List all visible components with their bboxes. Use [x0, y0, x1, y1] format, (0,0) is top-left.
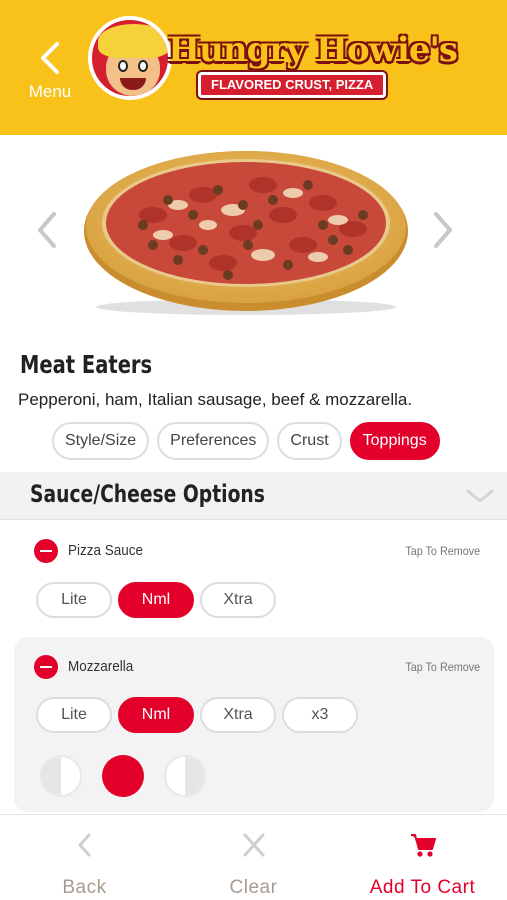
brand-name: Hungry Howie's — [168, 30, 458, 70]
product-carousel — [0, 135, 507, 335]
pizza-image — [84, 151, 408, 315]
product-description: Pepperoni, ham, Italian sausage, beef & … — [18, 390, 413, 409]
tap-to-remove-hint[interactable]: Tap To Remove — [405, 660, 480, 674]
back-button[interactable]: Back — [0, 815, 169, 900]
whole-pizza-icon[interactable] — [102, 755, 144, 797]
clear-button[interactable]: Clear — [169, 815, 338, 900]
topping-pizza-sauce: Pizza Sauce Tap To Remove Lite Nml Xtra — [14, 526, 494, 626]
clear-label: Clear — [229, 877, 278, 898]
amount-lite[interactable]: Lite — [36, 697, 112, 733]
topping-mozzarella: Mozzarella Tap To Remove Lite Nml Xtra x… — [14, 637, 494, 812]
amount-normal[interactable]: Nml — [118, 697, 194, 733]
topping-name: Mozzarella — [68, 658, 134, 675]
amount-normal[interactable]: Nml — [118, 582, 194, 618]
menu-label: Menu — [28, 82, 72, 101]
tab-crust[interactable]: Crust — [277, 422, 342, 460]
menu-button[interactable]: Menu — [22, 40, 78, 106]
close-icon — [243, 833, 264, 857]
minus-circle-icon[interactable] — [34, 539, 58, 563]
amount-lite[interactable]: Lite — [36, 582, 112, 618]
chevron-down-icon[interactable] — [465, 488, 495, 504]
chevron-left-icon — [78, 833, 90, 857]
amount-extra[interactable]: Xtra — [200, 697, 276, 733]
chevron-left-icon[interactable] — [34, 210, 60, 250]
mascot-icon — [88, 16, 172, 100]
amount-options: Lite Nml Xtra x3 — [36, 697, 358, 733]
topping-name: Pizza Sauce — [68, 542, 144, 559]
tab-preferences[interactable]: Preferences — [157, 422, 270, 460]
add-to-cart-label: Add To Cart — [369, 877, 476, 898]
tap-to-remove-hint[interactable]: Tap To Remove — [405, 544, 480, 558]
section-title: Sauce/Cheese Options — [30, 480, 265, 508]
minus-circle-icon[interactable] — [34, 655, 58, 679]
amount-extra[interactable]: Xtra — [200, 582, 276, 618]
bottom-action-bar: Back Clear Add To Cart — [0, 814, 507, 900]
option-tabs: Style/Size Preferences Crust Toppings — [52, 422, 440, 460]
app-header: Menu Hungry Howie's FLAVORED CRUST, PIZZ… — [0, 0, 507, 135]
brand-tagline: FLAVORED CRUST, PIZZA — [198, 72, 387, 98]
tab-toppings[interactable]: Toppings — [349, 422, 440, 460]
add-to-cart-button[interactable]: Add To Cart — [338, 815, 507, 900]
coverage-options — [40, 755, 206, 797]
cart-icon — [410, 834, 436, 857]
brand-logo: Hungry Howie's FLAVORED CRUST, PIZZA — [88, 16, 458, 104]
back-label: Back — [62, 877, 107, 898]
product-title: Meat Eaters — [20, 350, 153, 379]
chevron-right-icon[interactable] — [430, 210, 456, 250]
right-half-icon[interactable] — [164, 755, 206, 797]
amount-options: Lite Nml Xtra — [36, 582, 276, 618]
amount-triple[interactable]: x3 — [282, 697, 358, 733]
tab-style-size[interactable]: Style/Size — [52, 422, 150, 460]
section-header[interactable]: Sauce/Cheese Options — [0, 472, 507, 520]
chevron-left-icon — [41, 42, 59, 74]
left-half-icon[interactable] — [40, 755, 82, 797]
